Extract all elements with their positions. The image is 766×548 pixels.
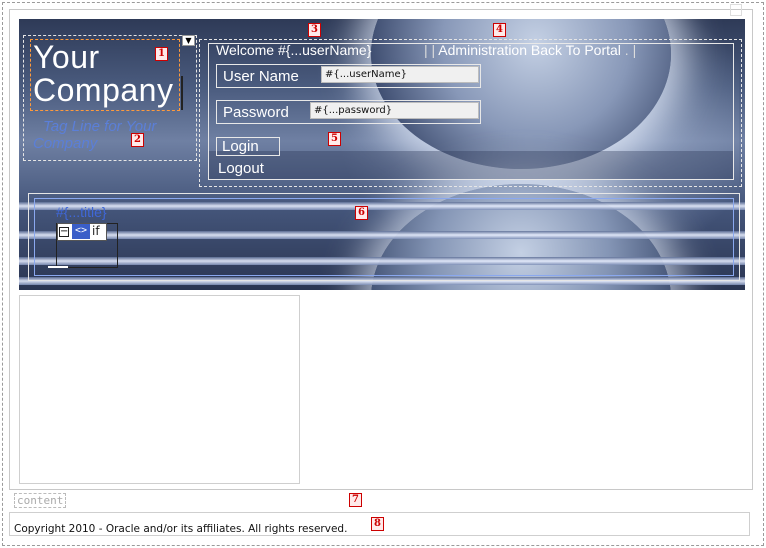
top-links: | | Administration Back To Portal . | xyxy=(424,42,636,58)
region-badge-4: 4 xyxy=(493,23,506,37)
region-badge-7: 7 xyxy=(349,493,362,507)
tagline-line1: Tag Line for Your xyxy=(43,118,157,135)
welcome-text: Welcome #{...userName} xyxy=(216,42,372,58)
username-input[interactable]: #{...userName} xyxy=(321,66,479,83)
header-frame-corner[interactable] xyxy=(730,4,742,16)
company-name-line1: Your xyxy=(33,39,100,75)
title-panel xyxy=(34,198,734,276)
page-title[interactable]: #{...title} xyxy=(56,204,107,220)
content-region-label: content xyxy=(14,493,67,508)
company-name-line2: Company xyxy=(33,72,174,108)
password-label: Password xyxy=(223,104,289,121)
region-badge-2: 2 xyxy=(131,133,144,147)
dropdown-arrow-icon[interactable]: ▼ xyxy=(182,35,195,46)
region-badge-5: 5 xyxy=(328,132,341,146)
content-panel[interactable] xyxy=(19,295,300,484)
collapse-icon[interactable]: − xyxy=(59,227,69,237)
text-caret xyxy=(181,76,183,110)
username-row: User Name #{...userName} xyxy=(216,64,481,88)
logout-link[interactable]: Logout xyxy=(218,160,264,177)
code-icon[interactable]: <> xyxy=(72,224,90,239)
username-label: User Name xyxy=(223,68,299,85)
back-to-portal-link[interactable]: Back To Portal xyxy=(531,42,621,58)
region-badge-1: 1 xyxy=(155,47,168,61)
region-badge-3: 3 xyxy=(308,23,321,37)
tagline-line2: Company xyxy=(33,135,98,152)
link-separator: | xyxy=(424,42,428,58)
link-ellipsis: . | xyxy=(624,42,637,58)
tagline[interactable]: Tag Line for Your Company xyxy=(33,118,193,152)
region-badge-6: 6 xyxy=(355,206,368,220)
link-separator: | xyxy=(431,42,436,58)
copyright-text: Copyright 2010 - Oracle and/or its affil… xyxy=(14,523,348,535)
if-label: if xyxy=(92,224,100,238)
company-name[interactable]: Your Company xyxy=(33,41,193,107)
administration-link[interactable]: Administration xyxy=(438,42,527,58)
password-input[interactable]: #{...password} xyxy=(310,102,479,119)
login-button[interactable]: Login xyxy=(216,137,280,156)
resize-grip[interactable] xyxy=(48,266,68,268)
password-row: Password #{...password} xyxy=(216,100,481,124)
